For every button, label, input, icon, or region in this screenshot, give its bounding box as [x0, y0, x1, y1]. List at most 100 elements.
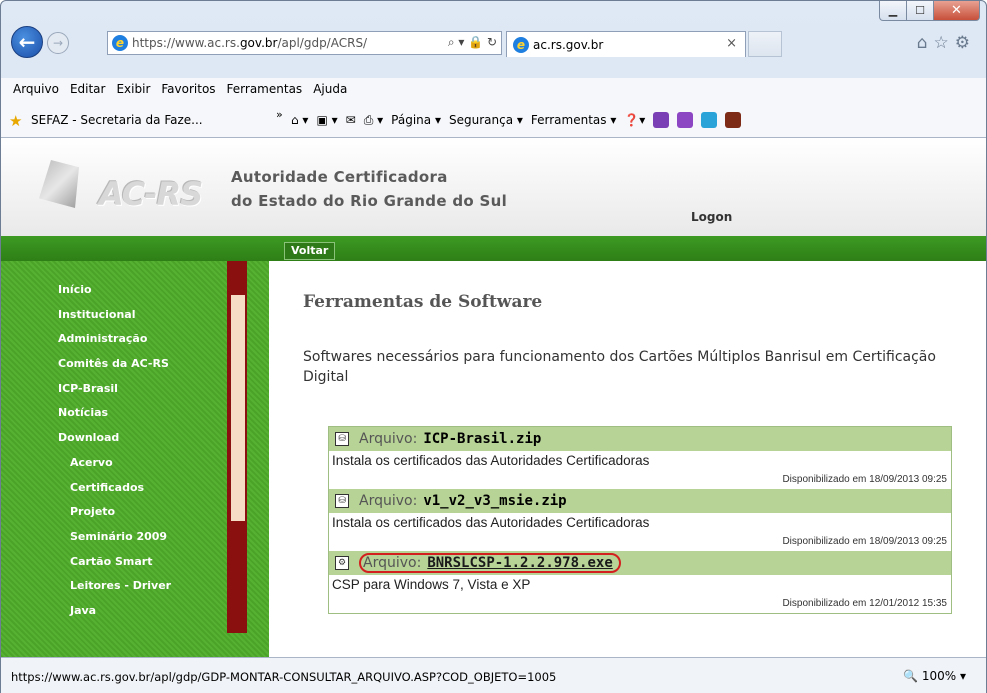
home-favorites-settings-icons[interactable]: ⌂☆⚙ — [917, 33, 976, 53]
page-description: Softwares necessários para funcionamento… — [303, 349, 936, 385]
sidebar-item[interactable]: Administração — [58, 327, 171, 352]
exe-file-icon: ⚙ — [335, 556, 349, 570]
command-bar: ★ SEFAZ - Secretaria da Faze... » ⌂ ▾ ▣ … — [1, 100, 986, 138]
voltar-button[interactable]: Voltar — [284, 242, 336, 260]
file-prefix: Arquivo: — [359, 493, 418, 509]
zip-file-icon: ⛁ — [335, 494, 349, 508]
back-button[interactable]: ← — [11, 26, 43, 58]
sidebar-scroll-thumb[interactable] — [230, 294, 246, 522]
file-date: Disponibilizado em 18/09/2013 09:25 — [782, 536, 947, 547]
forward-button[interactable]: → — [47, 32, 69, 54]
org-name: Autoridade Certificadora do Estado do Ri… — [231, 165, 507, 213]
acrs-logo-icon — [39, 160, 79, 208]
org-line-2: do Estado do Rio Grande do Sul — [231, 192, 508, 210]
browser-window: ▁ ☐ ✕ ← → e https://www.ac.rs. gov.br/apl… — [0, 0, 987, 693]
close-button[interactable]: ✕ — [934, 1, 980, 21]
zoom-icon: 🔍 — [903, 669, 919, 683]
file-list: ⛁ Arquivo: ICP-Brasil.zip Instala os certif… — [328, 426, 952, 614]
more-chevron-icon[interactable]: » — [276, 108, 283, 121]
file-description: CSP para Windows 7, Vista e XP — [332, 577, 531, 592]
menu-item-editar[interactable]: Editar — [70, 82, 106, 96]
file-download-link[interactable]: ICP-Brasil.zip — [423, 431, 541, 447]
ie-icon: e — [112, 35, 128, 51]
forward-arrow-icon: → — [52, 36, 64, 50]
sidebar-item[interactable]: Seminário 2009 — [58, 525, 171, 550]
feeds-icon[interactable]: ▣ ▾ — [316, 113, 337, 127]
onenote-linked-icon[interactable] — [677, 112, 694, 128]
caption-buttons: ▁ ☐ ✕ — [879, 1, 980, 21]
address-path: /apl/gdp/ACRS/ — [277, 36, 368, 50]
file-description: Instala os certificados das Autoridades … — [332, 453, 650, 468]
file-header: ⛁ Arquivo: v1_v2_v3_msie.zip — [329, 489, 951, 513]
site-header: AC-RS Autoridade Certificadora do Estado… — [1, 138, 986, 236]
sidebar-item[interactable]: Leitores - Driver — [58, 574, 171, 599]
command-items: ⌂ ▾ ▣ ▾ ✉ ⎙ ▾ Página ▾ Segurança ▾ Ferra… — [291, 112, 749, 128]
logo-text: AC-RS — [99, 175, 203, 213]
file-download-link[interactable]: BNRSLCSP-1.2.2.978.exe — [427, 555, 612, 571]
zoom-level: 100% — [921, 669, 957, 683]
web-page: AC-RS Autoridade Certificadora do Estado… — [1, 138, 986, 657]
menu-bar: Arquivo Editar Exibir Favoritos Ferramentas A… — [1, 78, 986, 100]
menu-item-ferramentas[interactable]: Ferramentas — [227, 82, 303, 96]
mail-icon[interactable]: ✉ — [346, 113, 356, 127]
file-label-wrap: Arquivo: BNRSLCSP-1.2.2.978.exe — [359, 553, 621, 573]
sidebar-item[interactable]: Início — [58, 278, 171, 303]
print-icon[interactable]: ⎙ ▾ — [364, 113, 383, 128]
address-bar-icons[interactable]: ⌕ ▾ 🔒 ↻ — [448, 35, 497, 50]
tab-ie-icon: e — [513, 36, 529, 53]
favorites-star-icon[interactable]: ★ — [9, 112, 22, 130]
menu-item-favoritos[interactable]: Favoritos — [161, 82, 215, 96]
zip-file-icon: ⛁ — [335, 432, 349, 446]
address-prefix: https://www.ac.rs. — [132, 36, 240, 50]
sidebar-item[interactable]: Comitês da AC-RS — [58, 352, 171, 377]
file-date: Disponibilizado em 18/09/2013 09:25 — [782, 474, 947, 485]
file-prefix: Arquivo: — [359, 431, 418, 447]
sidebar-item[interactable]: Notícias — [58, 401, 171, 426]
status-bar: https://www.ac.rs.gov.br/apl/gdp/GDP-MON… — [1, 657, 986, 693]
sidebar-item[interactable]: Projeto — [58, 500, 171, 525]
onenote-icon[interactable] — [653, 112, 670, 128]
sidebar-item[interactable]: ICP-Brasil — [58, 377, 171, 402]
address-host: gov.br — [239, 36, 278, 50]
sidebar-menu: Início Institucional Administração Comitês … — [58, 278, 171, 624]
command-security[interactable]: Segurança ▾ — [449, 113, 523, 127]
minimize-button[interactable]: ▁ — [879, 1, 907, 21]
address-row: ← → e https://www.ac.rs. gov.br/apl/gdp/A… — [1, 23, 986, 63]
sidebar-item[interactable]: Institucional — [58, 303, 171, 328]
back-arrow-icon: ← — [18, 30, 36, 54]
file-description: Instala os certificados das Autoridades … — [332, 515, 650, 530]
command-tools[interactable]: Ferramentas ▾ — [531, 113, 616, 127]
file-header: ⛁ Arquivo: ICP-Brasil.zip — [329, 427, 951, 451]
tab-title: ac.rs.gov.br — [533, 37, 604, 52]
sidebar-item[interactable]: Java — [58, 599, 171, 624]
file-header: ⚙ Arquivo: BNRSLCSP-1.2.2.978.exe — [329, 551, 951, 575]
help-icon[interactable]: ❓▾ — [624, 113, 645, 127]
menu-item-ajuda[interactable]: Ajuda — [313, 82, 347, 96]
green-nav-bar — [1, 236, 986, 261]
status-url: https://www.ac.rs.gov.br/apl/gdp/GDP-MON… — [11, 670, 557, 684]
sidebar-item[interactable]: Download — [58, 426, 171, 451]
file-prefix: Arquivo: — [363, 555, 422, 571]
favorite-link[interactable]: SEFAZ - Secretaria da Faze... — [31, 113, 203, 127]
new-tab-button[interactable] — [748, 31, 782, 57]
sidebar-item[interactable]: Cartão Smart — [58, 550, 171, 575]
file-download-link[interactable]: v1_v2_v3_msie.zip — [423, 493, 566, 509]
zoom-control[interactable]: 🔍 100% ▾ — [903, 669, 966, 683]
command-page[interactable]: Página ▾ — [391, 113, 441, 127]
maximize-button[interactable]: ☐ — [907, 1, 934, 21]
address-bar[interactable]: e https://www.ac.rs. gov.br/apl/gdp/ACRS/… — [107, 31, 502, 55]
skype-icon[interactable] — [701, 112, 718, 128]
menu-item-arquivo[interactable]: Arquivo — [13, 82, 59, 96]
tab-close-icon[interactable]: × — [726, 36, 737, 51]
page-title: Ferramentas de Software — [303, 292, 543, 312]
research-icon[interactable] — [725, 112, 742, 128]
org-line-1: Autoridade Certificadora — [231, 168, 448, 186]
sidebar-item[interactable]: Acervo — [58, 451, 171, 476]
menu-item-exibir[interactable]: Exibir — [116, 82, 150, 96]
logon-link[interactable]: Logon — [691, 210, 732, 224]
browser-tab[interactable]: e ac.rs.gov.br × — [506, 31, 746, 57]
sidebar-item[interactable]: Certificados — [58, 476, 171, 501]
home-icon[interactable]: ⌂ ▾ — [291, 113, 308, 127]
sidebar: Início Institucional Administração Comitês … — [1, 261, 269, 657]
file-date: Disponibilizado em 12/01/2012 15:35 — [782, 598, 947, 609]
